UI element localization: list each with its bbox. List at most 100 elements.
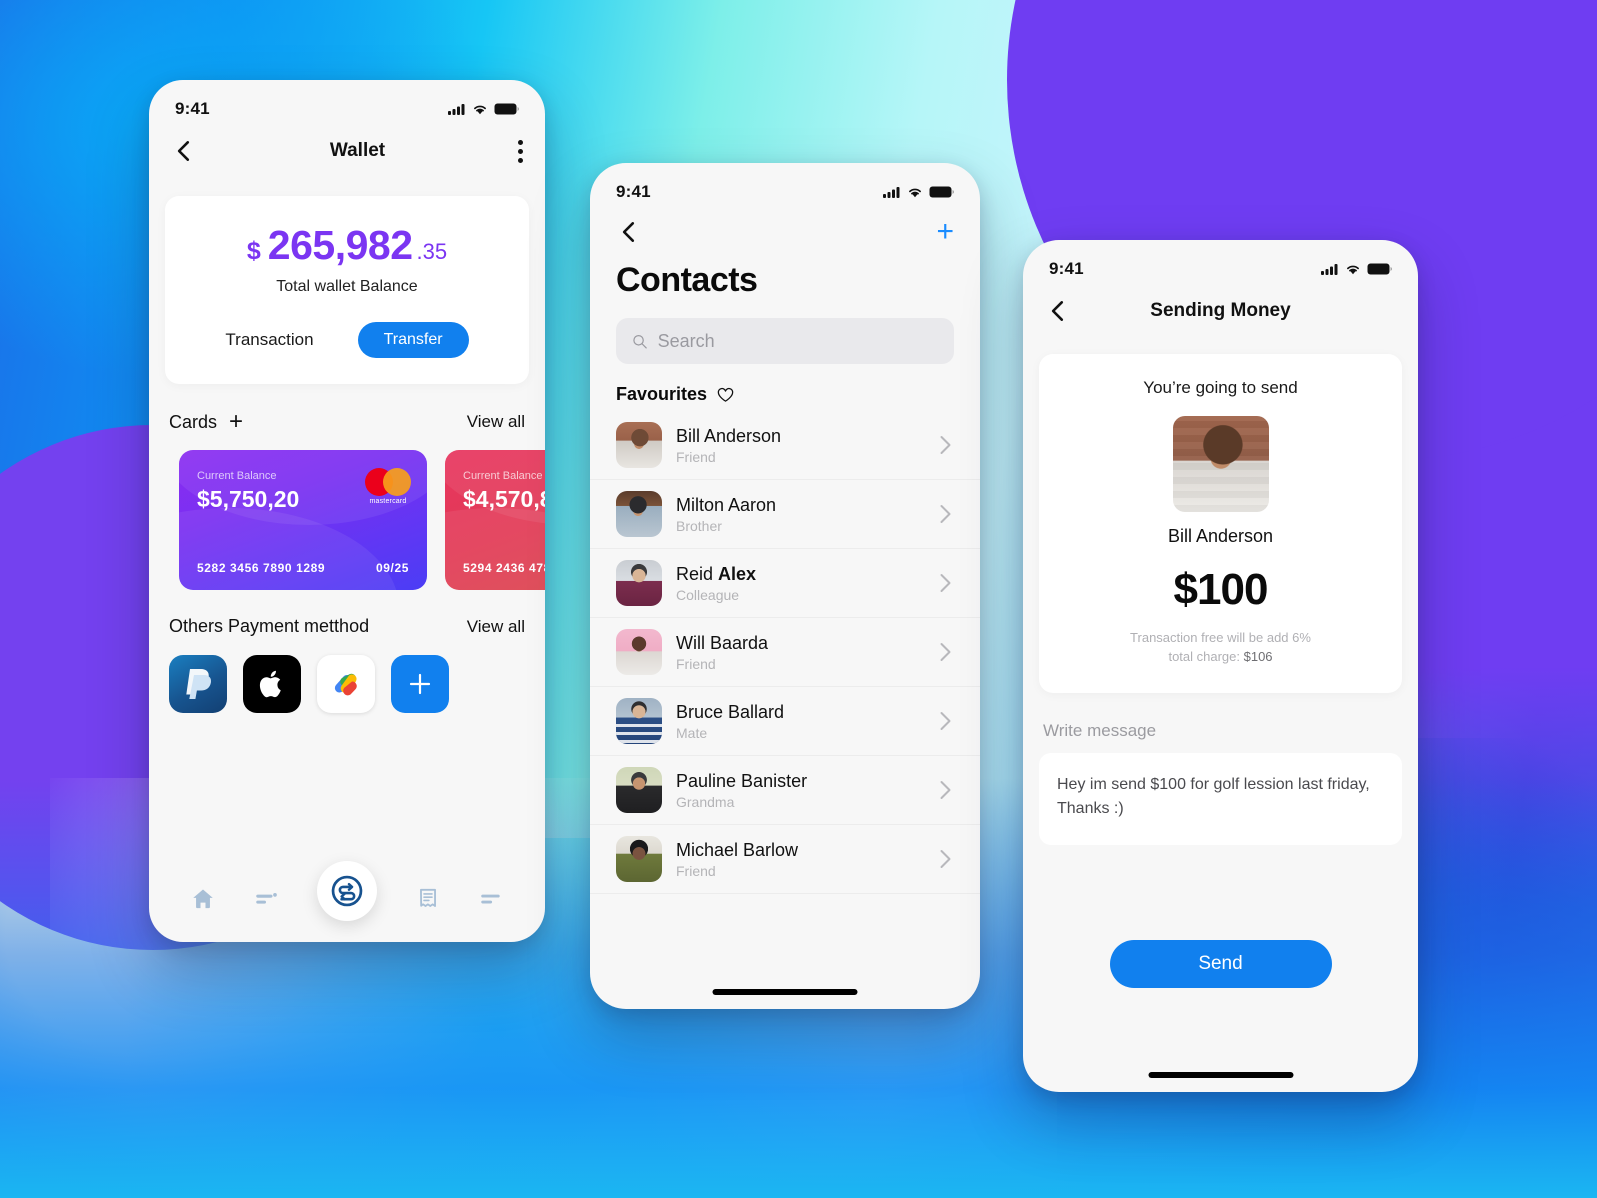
transfer-button[interactable]: Transfer — [357, 322, 469, 358]
add-card-icon[interactable]: + — [229, 410, 243, 434]
balance-decimal: .35 — [416, 239, 448, 264]
credit-card[interactable]: Current Balance $5,750,20 mastercard 528… — [179, 450, 427, 590]
chevron-right-icon — [940, 850, 951, 868]
search-input[interactable] — [657, 330, 938, 352]
avatar — [616, 836, 662, 882]
avatar — [616, 698, 662, 744]
tab-activity[interactable] — [253, 886, 279, 912]
contact-name: Will Baarda — [676, 632, 769, 653]
payments-view-all-link[interactable]: View all — [467, 617, 525, 637]
message-input[interactable]: Hey im send $100 for golf lession last f… — [1039, 752, 1402, 845]
send-heading: You’re going to send — [1143, 378, 1298, 397]
contacts-navbar: + — [590, 207, 980, 255]
cards-section-title: Cards — [169, 411, 218, 432]
favourites-label: Favourites — [616, 384, 708, 404]
wifi-icon — [1347, 265, 1359, 275]
balance-whole: 265,982 — [267, 222, 413, 268]
recipient-avatar — [1172, 416, 1269, 512]
chevron-right-icon — [940, 505, 951, 523]
balance-label: Total wallet Balance — [276, 278, 418, 295]
contact-name: Reid Alex — [676, 563, 757, 584]
status-bar-time: 9:41 — [175, 99, 210, 118]
contact-text: Bill Anderson Friend — [676, 426, 781, 465]
battery-icon — [494, 103, 519, 115]
list-item[interactable]: Will Baarda Friend — [590, 618, 980, 687]
contact-relation: Colleague — [676, 586, 740, 603]
search-field[interactable] — [616, 318, 954, 364]
avatar — [616, 560, 662, 606]
back-button[interactable] — [171, 138, 197, 164]
status-bar-time: 9:41 — [1049, 259, 1084, 278]
contact-text: Michael Barlow Friend — [676, 840, 798, 879]
back-button[interactable] — [616, 219, 642, 245]
contact-text: Will Baarda Friend — [676, 633, 768, 672]
chevron-right-icon — [940, 574, 951, 592]
list-item[interactable]: Bruce Ballard Mate — [590, 687, 980, 756]
google-pay-icon[interactable] — [317, 655, 375, 713]
contact-name: Bruce Ballard — [676, 701, 785, 722]
favourites-header: Favourites — [590, 384, 980, 405]
transaction-link[interactable]: Transaction — [225, 330, 313, 350]
recipient-name: Bill Anderson — [1167, 526, 1274, 546]
add-contact-icon[interactable]: + — [936, 217, 954, 247]
apple-pay-icon[interactable] — [243, 655, 301, 713]
kebab-menu-icon[interactable] — [518, 139, 523, 163]
menu-icon — [481, 894, 500, 904]
sending-navbar: Sending Money — [1023, 284, 1418, 338]
list-item[interactable]: Bill Anderson Friend — [590, 411, 980, 480]
message-label: Write message — [1043, 720, 1157, 740]
list-item[interactable]: Milton Aaron Brother — [590, 480, 980, 549]
cards-view-all-link[interactable]: View all — [467, 412, 525, 432]
contact-relation: Grandma — [676, 793, 735, 810]
chevron-right-icon — [940, 436, 951, 454]
status-bar-time: 9:41 — [616, 182, 651, 201]
payments-section-title: Others Payment metthod — [169, 616, 370, 636]
cellular-signal-icon — [448, 104, 465, 115]
tab-transfer[interactable] — [316, 861, 377, 921]
status-bar: 9:41 — [590, 163, 980, 207]
credit-card[interactable]: Current Balance $4,570,8 5294 2436 478 — [445, 450, 545, 590]
send-summary-card: You’re going to send Bill Anderson $100 … — [1039, 354, 1402, 693]
home-indicator — [1148, 1072, 1293, 1078]
add-payment-method-icon[interactable] — [391, 655, 449, 713]
chevron-right-icon — [940, 781, 951, 799]
tab-bills[interactable] — [415, 886, 441, 912]
transfer-icon — [331, 875, 363, 907]
card-number: 5282 3456 7890 1289 — [197, 561, 326, 575]
heart-icon[interactable] — [717, 387, 734, 403]
page-title: Contacts — [616, 261, 758, 299]
send-button[interactable]: Send — [1109, 940, 1332, 988]
contact-text: Pauline Banister Grandma — [676, 771, 807, 810]
tab-more[interactable] — [478, 886, 504, 912]
avatar — [616, 422, 662, 468]
wallet-screen: 9:41 Wallet $ 265,982 .35 Total wallet B… — [149, 80, 545, 942]
tab-home[interactable] — [190, 886, 216, 912]
card-balance-value: $4,570,8 — [463, 486, 545, 512]
stats-icon — [256, 893, 278, 904]
status-bar: 9:41 — [149, 80, 545, 124]
back-button[interactable] — [1045, 298, 1071, 324]
list-item[interactable]: Michael Barlow Friend — [590, 825, 980, 894]
contact-relation: Friend — [676, 448, 716, 465]
payment-methods-row — [149, 655, 545, 713]
fee-line-2-prefix: total charge: — [1168, 648, 1244, 664]
send-fee-note: Transaction free will be add 6% total ch… — [1059, 629, 1382, 667]
wallet-navbar: Wallet — [149, 124, 545, 178]
cellular-signal-icon — [1321, 264, 1338, 275]
contact-text: Bruce Ballard Mate — [676, 702, 784, 741]
list-item[interactable]: Reid Alex Colleague — [590, 549, 980, 618]
status-bar-icons — [448, 103, 519, 115]
contact-name: Pauline Banister — [676, 770, 808, 791]
paypal-icon[interactable] — [169, 655, 227, 713]
contact-relation: Mate — [676, 724, 708, 741]
contact-text: Milton Aaron Brother — [676, 495, 776, 534]
cards-carousel[interactable]: Current Balance $5,750,20 mastercard 528… — [149, 450, 545, 590]
battery-icon — [1367, 263, 1392, 275]
contact-relation: Friend — [676, 655, 716, 672]
home-icon — [193, 889, 213, 909]
list-item[interactable]: Pauline Banister Grandma — [590, 756, 980, 825]
status-bar: 9:41 — [1023, 240, 1418, 284]
chevron-right-icon — [940, 712, 951, 730]
card-number: 5294 2436 478 — [463, 561, 545, 575]
home-indicator — [712, 989, 858, 995]
